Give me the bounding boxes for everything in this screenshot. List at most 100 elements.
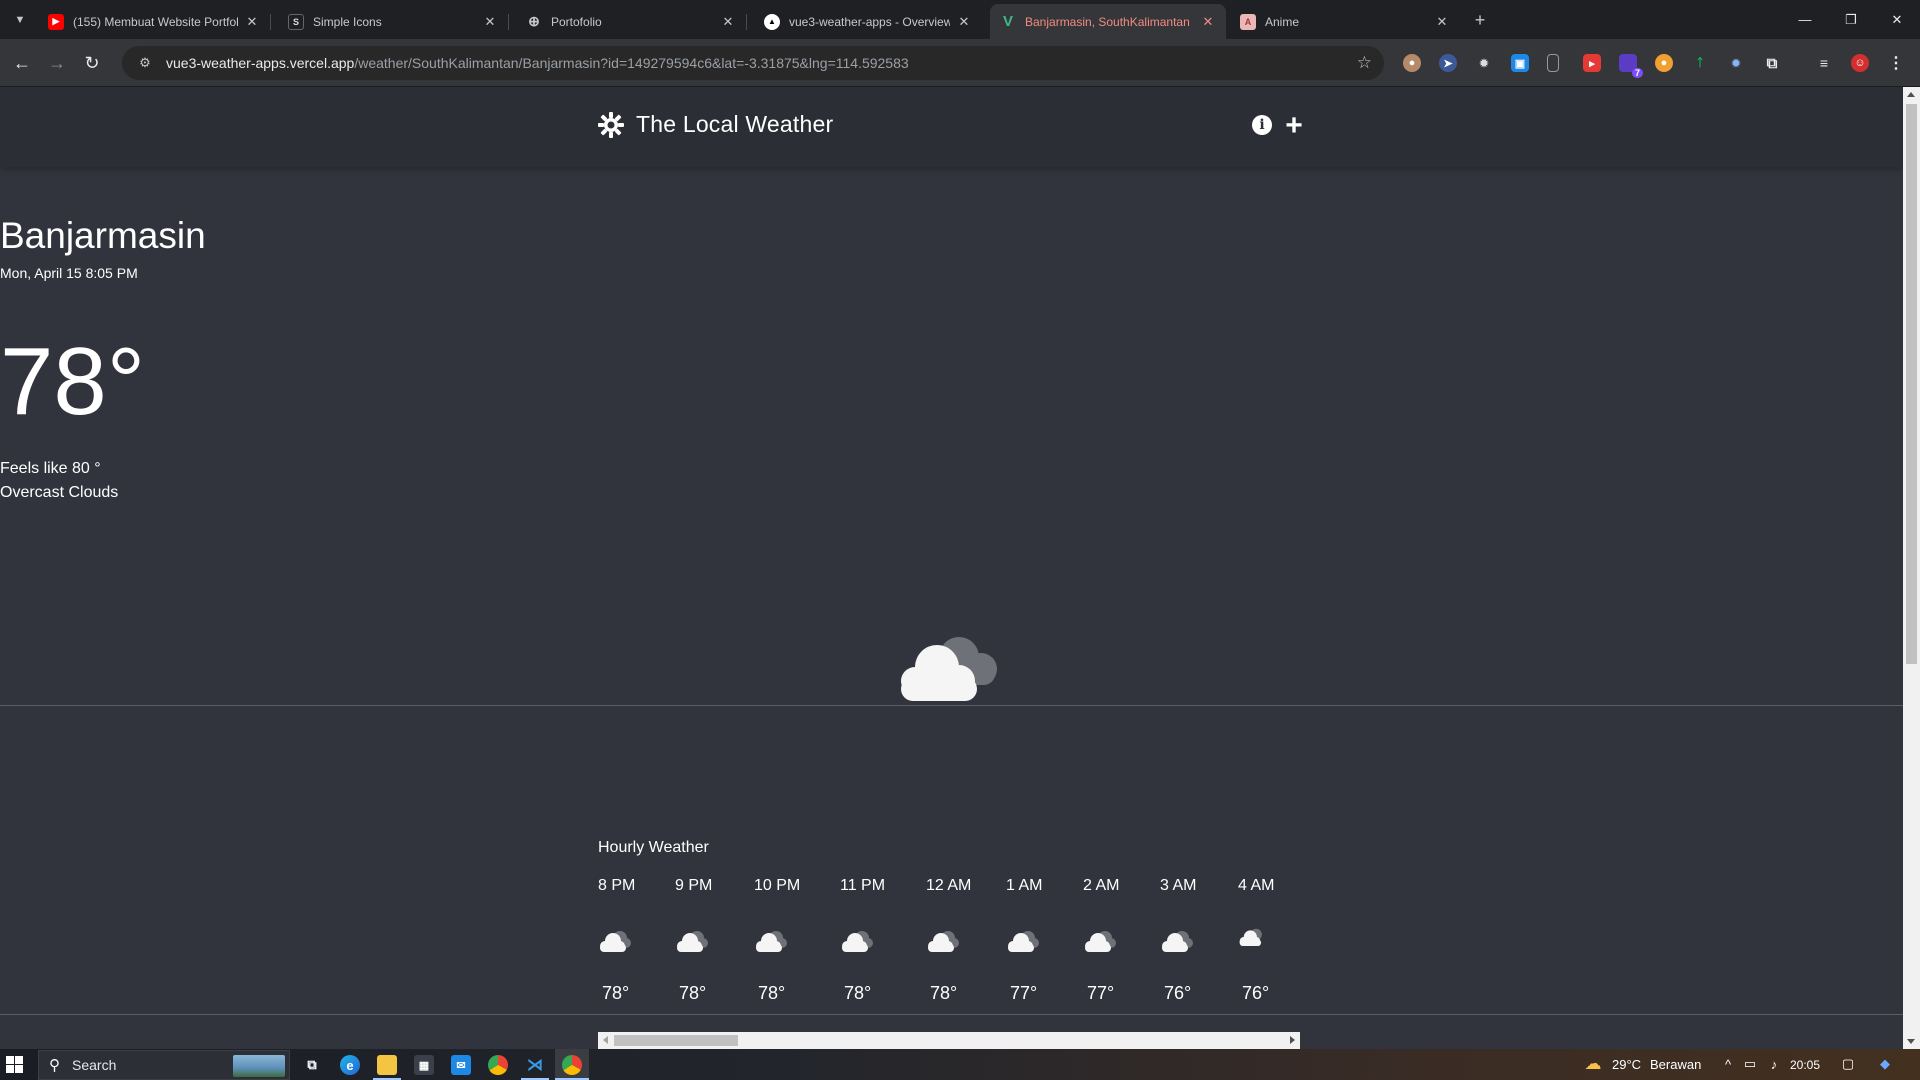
- network-icon[interactable]: ▭: [1742, 1056, 1758, 1072]
- taskbar: ⚲ Search ⧉ e ▦ ✉ ⋊ ☁ 29°C Berawan ^ ▭ ♪ …: [0, 1049, 1920, 1080]
- windows-start-icon[interactable]: [6, 1056, 23, 1073]
- page-scrollbar-thumb[interactable]: [1906, 104, 1917, 664]
- hourly-scrollbar[interactable]: [598, 1032, 1300, 1049]
- cloud-icon: [1008, 931, 1039, 952]
- tab-banjarmasin[interactable]: V Banjarmasin, SouthKalimantan ✕: [990, 4, 1226, 39]
- tab-title: Banjarmasin, SouthKalimantan: [1025, 14, 1190, 29]
- globe-icon: ⊕: [528, 13, 540, 29]
- extension-settings-icon[interactable]: ✹: [1727, 54, 1745, 72]
- hourly-item: 1 AM 77°: [1006, 877, 1076, 1027]
- add-city-icon[interactable]: +: [1283, 111, 1305, 141]
- extension-badge: 7: [1631, 68, 1643, 78]
- restore-button[interactable]: ❐: [1828, 0, 1874, 39]
- back-button[interactable]: ←: [8, 49, 36, 77]
- chevron-up-icon[interactable]: ^: [1720, 1056, 1736, 1072]
- close-icon[interactable]: ✕: [482, 14, 498, 30]
- extension-puzzle-purple-icon[interactable]: 7: [1619, 54, 1643, 78]
- sun-icon: [598, 111, 624, 138]
- taskbar-weather-temp[interactable]: 29°C: [1612, 1057, 1641, 1072]
- weather-cloud-icon[interactable]: ☁: [1582, 1054, 1604, 1074]
- notification-icon[interactable]: ▢: [1840, 1056, 1856, 1072]
- volume-icon[interactable]: ♪: [1766, 1056, 1782, 1072]
- vue-icon: V: [1002, 13, 1013, 30]
- tab-anime[interactable]: A Anime ✕: [1230, 4, 1460, 39]
- search-placeholder: Search: [72, 1057, 117, 1073]
- vscode-icon[interactable]: ⋊: [525, 1055, 545, 1075]
- chrome-icon[interactable]: [488, 1055, 508, 1075]
- hour-time: 11 PM: [840, 877, 886, 894]
- close-icon[interactable]: ✕: [1200, 14, 1216, 30]
- extension-cookie2-icon[interactable]: ●: [1655, 54, 1673, 72]
- tab-youtube[interactable]: ▶ (155) Membuat Website Portfoli ✕: [38, 4, 271, 39]
- cloud-icon: [677, 931, 708, 952]
- info-icon[interactable]: i: [1252, 115, 1272, 135]
- new-tab-button[interactable]: +: [1468, 8, 1492, 32]
- close-icon[interactable]: ✕: [956, 14, 972, 30]
- taskbar-clock[interactable]: 20:05: [1790, 1058, 1820, 1072]
- extension-gear-icon[interactable]: ✹: [1475, 54, 1493, 72]
- simple-icons-icon: S: [288, 13, 304, 30]
- weather-description: Overcast Clouds: [0, 484, 119, 501]
- cloud-icon: [1162, 931, 1193, 952]
- app-title: The Local Weather: [636, 111, 834, 137]
- forward-button[interactable]: →: [43, 49, 71, 77]
- scroll-right-arrow[interactable]: [1290, 1036, 1295, 1044]
- reload-button[interactable]: ↻: [78, 49, 106, 77]
- close-window-button[interactable]: ✕: [1874, 0, 1920, 39]
- extension-video-icon[interactable]: ▸: [1583, 54, 1601, 72]
- tab-title: Portofolio: [551, 14, 602, 29]
- extension-cursor-icon[interactable]: ➤: [1439, 54, 1457, 72]
- extension-cookie-icon[interactable]: ●: [1403, 54, 1421, 72]
- scroll-left-arrow[interactable]: [603, 1036, 608, 1044]
- scroll-down-arrow[interactable]: [1907, 1039, 1915, 1044]
- minimize-button[interactable]: —: [1782, 0, 1828, 39]
- tab-title: vue3-weather-apps - Overview: [789, 14, 950, 29]
- tab-simple-icons[interactable]: S Simple Icons ✕: [278, 4, 509, 39]
- copilot-icon[interactable]: ◆: [1877, 1056, 1893, 1072]
- extension-figure-icon[interactable]: ᛏ: [1691, 54, 1709, 72]
- edge-icon[interactable]: e: [340, 1055, 360, 1075]
- hourly-scrollbar-thumb[interactable]: [614, 1035, 738, 1046]
- chrome-active-icon[interactable]: [562, 1055, 582, 1075]
- site-info-icon[interactable]: ⚙: [136, 54, 154, 72]
- page-scrollbar[interactable]: [1903, 87, 1920, 1049]
- section-divider: [0, 705, 1903, 706]
- address-bar[interactable]: ⚙ vue3-weather-apps.vercel.app/weather/S…: [122, 46, 1384, 80]
- extensions-puzzle-icon[interactable]: ⧉: [1763, 54, 1781, 72]
- bookmark-star-icon[interactable]: ☆: [1357, 53, 1372, 73]
- file-explorer-icon[interactable]: [377, 1055, 397, 1075]
- tab-separator: [746, 14, 747, 30]
- reading-list-icon[interactable]: ≡: [1815, 54, 1833, 72]
- tab-portofolio[interactable]: ⊕ Portofolio ✕: [516, 4, 747, 39]
- tab-title: Anime: [1265, 14, 1300, 29]
- taskbar-search[interactable]: ⚲ Search: [38, 1050, 290, 1080]
- close-icon[interactable]: ✕: [1434, 14, 1450, 30]
- hour-time: 3 AM: [1160, 877, 1197, 894]
- extension-phone-icon[interactable]: [1547, 54, 1559, 72]
- cloud-icon: [928, 931, 959, 952]
- hourly-forecast-list[interactable]: 8 PM 78° 9 PM 78° 10 PM 78° 11 PM 78° 12…: [598, 877, 1298, 1027]
- app-brand[interactable]: The Local Weather: [598, 111, 833, 138]
- taskbar-weather-desc[interactable]: Berawan: [1650, 1057, 1701, 1072]
- section-divider: [0, 1014, 1903, 1015]
- search-icon: ⚲: [49, 1057, 60, 1074]
- task-view-icon[interactable]: ⧉: [302, 1055, 322, 1075]
- url-text[interactable]: vue3-weather-apps.vercel.app/weather/Sou…: [166, 55, 909, 71]
- hour-temp: 76°: [1242, 983, 1270, 1003]
- profile-avatar[interactable]: ☺: [1851, 54, 1869, 72]
- tab-title: (155) Membuat Website Portfoli: [73, 14, 238, 29]
- tab-vercel[interactable]: ▲ vue3-weather-apps - Overview ✕: [754, 4, 982, 39]
- hour-temp: 77°: [1087, 983, 1115, 1003]
- scroll-up-arrow[interactable]: [1907, 92, 1915, 97]
- mail-icon[interactable]: ✉: [451, 1055, 471, 1075]
- close-icon[interactable]: ✕: [244, 14, 260, 30]
- chrome-menu-icon[interactable]: ⋮: [1887, 54, 1905, 72]
- extension-screen-icon[interactable]: ▣: [1511, 54, 1529, 72]
- tab-search-button[interactable]: ▼: [8, 8, 32, 32]
- cloud-icon: [1085, 931, 1116, 952]
- close-icon[interactable]: ✕: [720, 14, 736, 30]
- hourly-item: 11 PM 78°: [840, 877, 910, 1027]
- store-icon[interactable]: ▦: [414, 1055, 434, 1075]
- cloud-icon: [842, 931, 873, 952]
- hour-temp: 78°: [602, 983, 630, 1003]
